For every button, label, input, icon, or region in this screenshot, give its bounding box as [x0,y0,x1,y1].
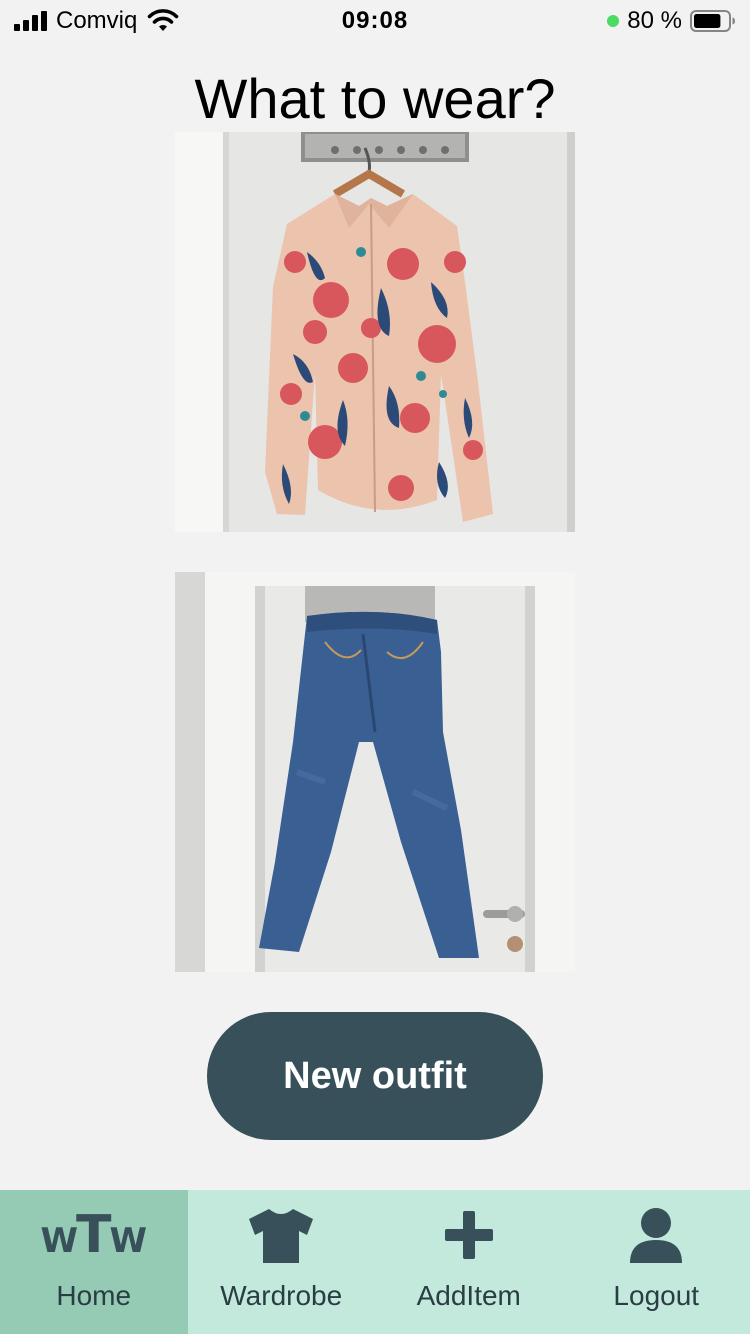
battery-icon [690,10,735,32]
tab-home[interactable]: W T W Home [0,1190,188,1334]
tshirt-icon [188,1206,376,1264]
jeans-image [175,572,575,972]
status-bar: Comviq 09:08 80 % [0,0,750,42]
page-title: What to wear? [194,67,556,130]
tab-label: Logout [613,1280,700,1311]
status-right: 80 % [607,7,736,35]
tab-label: AddItem [416,1280,521,1311]
wtw-logo-icon: W T W [0,1206,188,1264]
tab-additem[interactable]: AddItem [375,1190,563,1334]
tab-label: Wardrobe [220,1280,343,1311]
tab-label: Home [56,1280,132,1311]
user-icon [563,1206,750,1264]
new-outfit-button[interactable]: New outfit [207,1012,543,1140]
active-indicator-dot [607,15,620,27]
top-garment-photo [175,132,575,532]
plus-icon [375,1206,563,1264]
bottom-garment-photo [175,572,575,972]
bottom-tab-bar: W T W Home Wardrobe AddItem Logout [0,1190,750,1334]
logo-letter: T [76,1205,112,1265]
tab-wardrobe[interactable]: Wardrobe [188,1190,376,1334]
floral-shirt-image [175,132,575,532]
logo-letter: W [40,1221,78,1261]
battery-percent: 80 % [627,7,682,34]
tab-logout[interactable]: Logout [563,1190,750,1334]
logo-letter: W [109,1221,147,1261]
